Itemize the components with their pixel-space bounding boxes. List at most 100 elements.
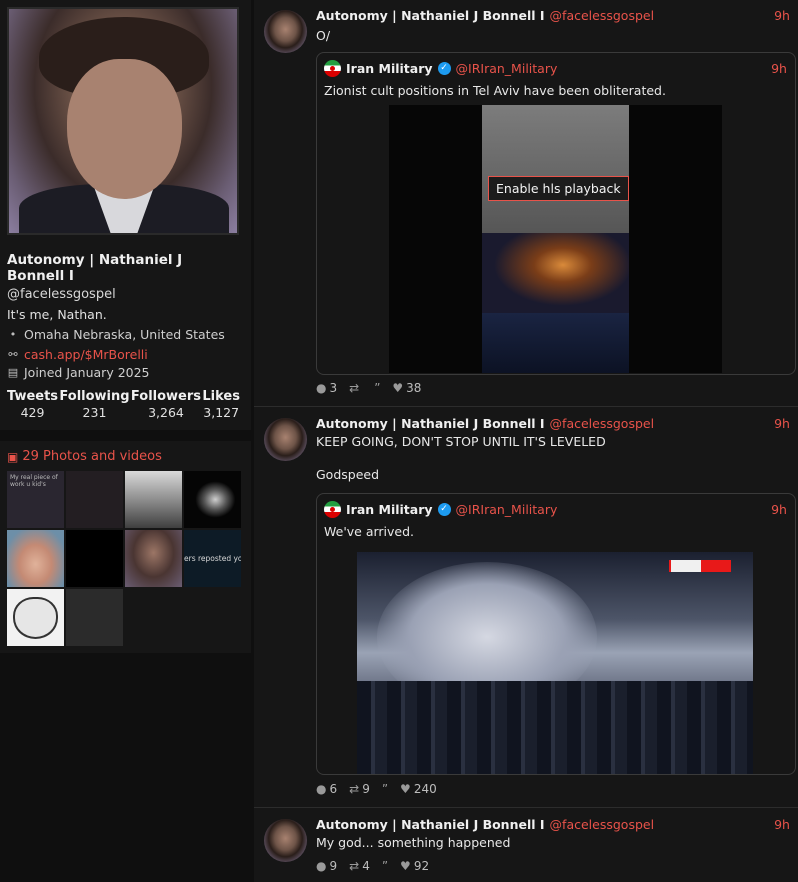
like-count: 38 bbox=[406, 381, 422, 395]
profile-fullname[interactable]: Autonomy | Nathaniel J Bonnell I bbox=[7, 252, 244, 284]
video-frame-explosion bbox=[482, 233, 629, 313]
stat-label: Likes bbox=[202, 389, 240, 404]
location-pin-icon: • bbox=[9, 328, 17, 341]
media-thumb[interactable] bbox=[184, 471, 241, 528]
media-title-text: 29 Photos and videos bbox=[22, 449, 162, 464]
like-count: 92 bbox=[413, 859, 430, 873]
heart-icon: ♥ bbox=[400, 782, 411, 796]
media-thumb[interactable]: ers reposted your p bbox=[184, 530, 241, 587]
media-card: ▣ 29 Photos and videos My real piece of … bbox=[0, 441, 251, 653]
video-player[interactable] bbox=[389, 105, 722, 373]
quote-author-handle[interactable]: @IRIran_Military bbox=[456, 502, 558, 517]
iran-flag-avatar[interactable] bbox=[324, 501, 341, 518]
retweet-button[interactable]: ⇄ bbox=[349, 381, 362, 395]
tweet-text-line: Godspeed bbox=[316, 467, 380, 482]
quote-icon: ” bbox=[381, 782, 389, 796]
tweet-avatar[interactable] bbox=[264, 418, 307, 461]
iran-flag-avatar[interactable] bbox=[324, 60, 341, 77]
thumb-caption: My real piece of work u kid's bbox=[10, 474, 58, 488]
retweet-count: 4 bbox=[362, 859, 370, 873]
tweet-author-handle[interactable]: @facelessgospel bbox=[550, 8, 655, 23]
heart-icon: ♥ bbox=[392, 381, 404, 395]
avatar-face bbox=[67, 59, 182, 199]
tweet-text-line: KEEP GOING, DON'T STOP UNTIL IT'S LEVELE… bbox=[316, 434, 606, 449]
comment-icon: ● bbox=[316, 381, 327, 395]
media-thumb[interactable] bbox=[66, 471, 123, 528]
location-text: Omaha Nebraska, United States bbox=[24, 327, 225, 342]
stat-likes[interactable]: Likes 3,127 bbox=[202, 389, 240, 420]
media-thumb[interactable] bbox=[7, 589, 64, 646]
stat-followers[interactable]: Followers 3,264 bbox=[131, 389, 201, 420]
tweet-author-name[interactable]: Autonomy | Nathaniel J Bonnell I bbox=[316, 416, 545, 431]
media-title-link[interactable]: ▣ 29 Photos and videos bbox=[7, 449, 244, 464]
quote-header: Iran Military ✓ @IRIran_Military 9h bbox=[317, 53, 795, 77]
profile-card: Autonomy | Nathaniel J Bonnell I @facele… bbox=[0, 0, 251, 430]
media-thumb[interactable] bbox=[7, 530, 64, 587]
quote-author-name[interactable]: Iran Military bbox=[346, 502, 433, 517]
retweet-button[interactable]: ⇄ 4 bbox=[349, 859, 370, 873]
quote-icon: ” bbox=[381, 859, 389, 873]
quote-image[interactable] bbox=[357, 552, 753, 774]
like-button[interactable]: ♥ 38 bbox=[392, 381, 421, 395]
tweet-timestamp[interactable]: 9h bbox=[774, 817, 790, 832]
quote-button[interactable]: ” bbox=[382, 782, 388, 796]
reply-button[interactable]: ● 9 bbox=[316, 859, 337, 873]
reply-count: 3 bbox=[329, 381, 338, 395]
media-thumb[interactable]: My real piece of work u kid's bbox=[7, 471, 64, 528]
reply-button[interactable]: ● 6 bbox=[316, 782, 337, 796]
timeline: Autonomy | Nathaniel J Bonnell I @facele… bbox=[254, 0, 798, 882]
quote-timestamp[interactable]: 9h bbox=[771, 502, 787, 517]
tweet-author-name[interactable]: Autonomy | Nathaniel J Bonnell I bbox=[316, 817, 545, 832]
media-thumb[interactable] bbox=[66, 530, 123, 587]
tweet-header: Autonomy | Nathaniel J Bonnell I @facele… bbox=[316, 8, 790, 23]
stat-following[interactable]: Following 231 bbox=[59, 389, 129, 420]
retweet-icon: ⇄ bbox=[349, 859, 360, 873]
quote-button[interactable]: ” bbox=[382, 859, 388, 873]
stat-value: 429 bbox=[20, 405, 45, 420]
image-icon: ▣ bbox=[7, 449, 19, 464]
tweet-timestamp[interactable]: 9h bbox=[774, 8, 790, 23]
quote-author-name[interactable]: Iran Military bbox=[346, 61, 433, 76]
tweet-text: O/ bbox=[316, 28, 331, 43]
tweet[interactable]: Autonomy | Nathaniel J Bonnell I @facele… bbox=[254, 0, 798, 407]
tweet-avatar[interactable] bbox=[264, 10, 307, 53]
stat-tweets[interactable]: Tweets 429 bbox=[7, 389, 58, 420]
tweet-header: Autonomy | Nathaniel J Bonnell I @facele… bbox=[316, 416, 790, 431]
tweet-author-name[interactable]: Autonomy | Nathaniel J Bonnell I bbox=[316, 8, 545, 23]
quote-author-handle[interactable]: @IRIran_Military bbox=[456, 61, 558, 76]
like-button[interactable]: ♥ 92 bbox=[400, 859, 429, 873]
quote-timestamp[interactable]: 9h bbox=[771, 61, 787, 76]
tweet-timestamp[interactable]: 9h bbox=[774, 416, 790, 431]
retweet-icon: ⇄ bbox=[349, 381, 360, 395]
tweet-author-handle[interactable]: @facelessgospel bbox=[550, 416, 655, 431]
quoted-tweet[interactable]: Iran Military ✓ @IRIran_Military 9h We'v… bbox=[316, 493, 796, 775]
troll-face-image bbox=[13, 597, 58, 639]
retweet-count: 9 bbox=[362, 782, 370, 796]
stat-value: 231 bbox=[82, 405, 107, 420]
retweet-button[interactable]: ⇄ 9 bbox=[349, 782, 370, 796]
media-thumb[interactable] bbox=[125, 471, 182, 528]
tweet-actions: ● 3 ⇄ ” ♥ 38 bbox=[316, 381, 421, 395]
quote-button[interactable]: ” bbox=[374, 381, 380, 395]
media-thumb[interactable] bbox=[125, 530, 182, 587]
tweet-avatar[interactable] bbox=[264, 819, 307, 862]
profile-joined: ▤ Joined January 2025 bbox=[7, 365, 244, 380]
stat-label: Followers bbox=[130, 389, 202, 404]
video-frame-bottom bbox=[482, 313, 629, 373]
profile-handle[interactable]: @facelessgospel bbox=[7, 287, 244, 302]
media-thumb[interactable] bbox=[66, 589, 123, 646]
stat-value: 3,264 bbox=[148, 405, 184, 420]
like-button[interactable]: ♥ 240 bbox=[400, 782, 437, 796]
quoted-tweet[interactable]: Iran Military ✓ @IRIran_Military 9h Zion… bbox=[316, 52, 796, 375]
website-link[interactable]: cash.app/$MrBorelli bbox=[24, 347, 148, 362]
reply-button[interactable]: ● 3 bbox=[316, 381, 337, 395]
tweet-author-handle[interactable]: @facelessgospel bbox=[550, 817, 655, 832]
heart-icon: ♥ bbox=[400, 859, 411, 873]
calendar-icon: ▤ bbox=[7, 366, 19, 379]
video-frame-top bbox=[482, 105, 629, 233]
tweet[interactable]: Autonomy | Nathaniel J Bonnell I @facele… bbox=[254, 809, 798, 882]
tweet[interactable]: Autonomy | Nathaniel J Bonnell I @facele… bbox=[254, 408, 798, 808]
profile-bio: It's me, Nathan. bbox=[7, 307, 107, 322]
enable-hls-button[interactable]: Enable hls playback bbox=[488, 176, 629, 201]
profile-avatar[interactable] bbox=[7, 7, 239, 235]
